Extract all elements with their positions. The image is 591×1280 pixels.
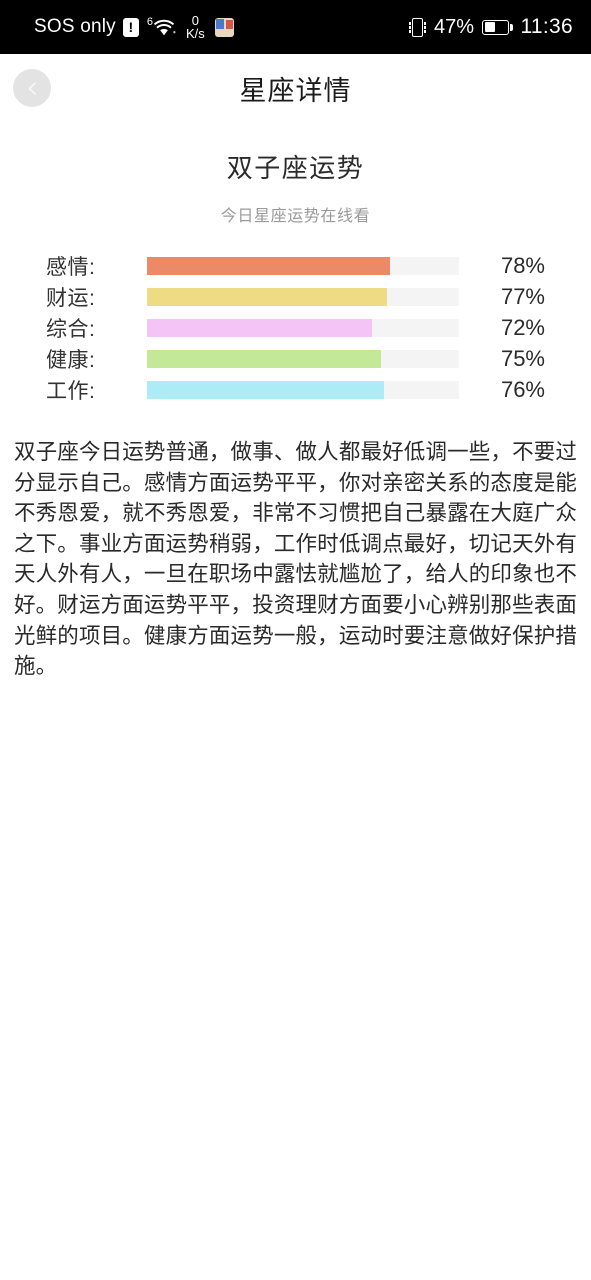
stat-progress-track: [147, 318, 459, 337]
stat-label: 健康:: [46, 348, 96, 372]
stat-progress-track: [147, 256, 459, 275]
stat-value: 75%: [500, 345, 545, 371]
fortune-stats-list: 感情: 78% 财运: 77% 综合: 72% 健康: 75% 工作: 76%: [0, 250, 591, 405]
stat-progress-fill: [147, 318, 372, 337]
vibrate-mode-icon: [408, 17, 426, 37]
stat-progress-fill: [147, 380, 385, 399]
fortune-stat-row: 综合: 72%: [46, 312, 545, 343]
stat-label: 感情:: [46, 255, 96, 279]
network-speed-indicator: 0 K/s: [185, 12, 205, 41]
fortune-stat-row: 感情: 78%: [46, 250, 545, 281]
stat-progress-fill: [147, 349, 381, 368]
stat-progress-track: [147, 380, 459, 399]
clock-label: 11:36: [520, 15, 573, 38]
stat-value: 77%: [500, 283, 545, 309]
stat-progress-track: [147, 349, 459, 368]
app-notification-icon: [214, 17, 234, 37]
horoscope-title: 双子座运势: [226, 153, 365, 183]
battery-shell: [482, 19, 509, 35]
vibrate-left-waves: [408, 21, 411, 33]
vibrate-right-waves: [423, 21, 426, 33]
vibrate-phone-body: [411, 17, 423, 37]
battery-fill: [484, 22, 495, 32]
stat-value: 78%: [500, 252, 545, 278]
stat-value: 72%: [500, 314, 545, 340]
fortune-stat-row: 健康: 75%: [46, 343, 545, 374]
chevron-left-icon: [24, 80, 41, 97]
carrier-label: SOS only: [34, 16, 116, 37]
nav-header: 星座详情: [0, 54, 591, 122]
horoscope-heading: 双子座运势 今日星座运势在线看: [0, 148, 591, 226]
battery-cap: [510, 23, 513, 31]
stat-progress-track: [147, 287, 459, 306]
wifi-generation-label: 6: [146, 16, 153, 28]
horoscope-subtitle: 今日星座运势在线看: [220, 208, 371, 225]
battery-icon: [482, 19, 513, 35]
fortune-stat-row: 财运: 77%: [46, 281, 545, 312]
horoscope-description: 双子座今日运势普通，做事、做人都最好低调一些，不要过分显示自己。感情方面运势平平…: [14, 440, 577, 679]
wifi-icon: 6: [147, 17, 176, 37]
alert-icon: !: [122, 17, 139, 37]
network-speed-unit: K/s: [185, 26, 205, 41]
fortune-stat-row: 工作: 76%: [46, 374, 545, 405]
status-bar: SOS only ! 6 0 K/s 47% 11:36: [0, 0, 591, 54]
status-bar-left: SOS only ! 6 0 K/s: [34, 12, 234, 41]
stat-label: 综合:: [46, 317, 96, 341]
status-bar-right: 47% 11:36: [408, 15, 573, 39]
page-title: 星座详情: [239, 75, 352, 106]
stat-progress-fill: [147, 287, 388, 306]
stat-value: 76%: [500, 376, 545, 402]
stat-label: 财运:: [46, 286, 96, 310]
network-speed-value: 0: [191, 12, 199, 28]
back-button[interactable]: [13, 69, 51, 107]
stat-progress-fill: [147, 256, 391, 275]
battery-percent-label: 47%: [433, 15, 474, 38]
stat-label: 工作:: [46, 379, 96, 403]
